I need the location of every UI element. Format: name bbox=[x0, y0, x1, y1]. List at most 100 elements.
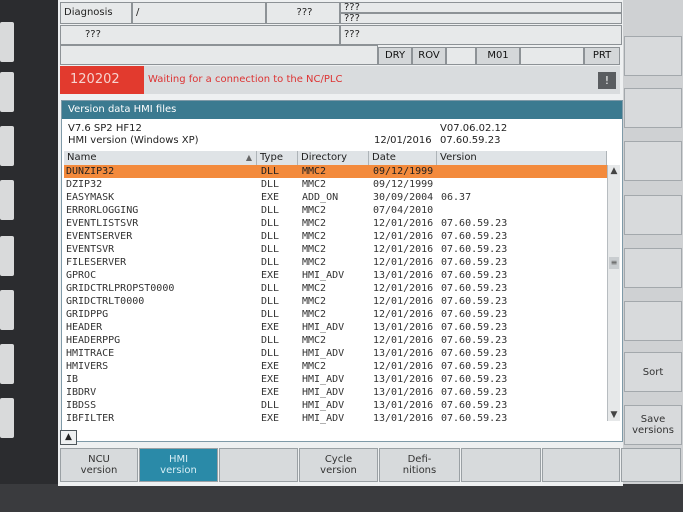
rov-tag: ROV bbox=[412, 47, 446, 65]
file-type: DLL bbox=[261, 205, 280, 216]
hardware-key[interactable] bbox=[0, 398, 14, 438]
column-header-name[interactable]: Name ▲ bbox=[64, 151, 257, 165]
table-row[interactable]: EVENTSVR DLL MMC2 12/01/2016 07.60.59.23 bbox=[64, 243, 609, 256]
column-header-version[interactable]: Version bbox=[437, 151, 607, 165]
file-name: EVENTSERVER bbox=[66, 231, 133, 242]
table-row[interactable]: EVENTLISTSVR DLL MMC2 12/01/2016 07.60.59.23 bbox=[64, 217, 609, 230]
table-row[interactable]: GRIDCTRLT0000 DLL MMC2 12/01/2016 07.60.59.2… bbox=[64, 295, 609, 308]
column-header-type[interactable]: Type bbox=[257, 151, 298, 165]
table-row[interactable]: HMITRACE DLL HMI_ADV 13/01/2016 07.60.59.23 bbox=[64, 347, 609, 360]
hardware-key[interactable] bbox=[0, 22, 14, 62]
channel-status: ??? bbox=[60, 25, 340, 45]
softkey-bottom-1[interactable]: NCU version bbox=[60, 448, 138, 482]
softkey-bottom-2[interactable]: HMI version bbox=[139, 448, 218, 482]
softkey-label: Save versions bbox=[632, 414, 674, 436]
file-version: 07.60.59.23 bbox=[441, 400, 508, 411]
file-type: DLL bbox=[261, 309, 280, 320]
file-version: 07.60.59.23 bbox=[441, 296, 508, 307]
file-date: 30/09/2004 bbox=[373, 192, 434, 203]
scroll-down-icon[interactable]: ▼ bbox=[609, 409, 619, 421]
file-date: 13/01/2016 bbox=[373, 413, 434, 424]
file-name: EASYMASK bbox=[66, 192, 115, 203]
hardware-key[interactable] bbox=[0, 344, 14, 384]
softkey-right-8[interactable]: Save versions bbox=[624, 405, 682, 445]
hardware-key[interactable] bbox=[0, 236, 14, 276]
softkey-bottom-8[interactable] bbox=[621, 448, 681, 482]
table-row[interactable]: DZIP32 DLL MMC2 09/12/1999 bbox=[64, 178, 609, 191]
file-directory: HMI_ADV bbox=[302, 322, 345, 333]
hardware-key[interactable] bbox=[0, 180, 14, 220]
table-row[interactable]: DUNZIP32 DLL MMC2 09/12/1999 bbox=[64, 165, 609, 178]
file-type: DLL bbox=[261, 400, 280, 411]
file-directory: ADD_ON bbox=[302, 192, 339, 203]
scroll-thumb[interactable]: ≡ bbox=[609, 257, 619, 269]
file-name: EVENTLISTSVR bbox=[66, 218, 139, 229]
page-up-icon[interactable]: ▲ bbox=[60, 430, 77, 445]
hmi-version-label: HMI version (Windows XP) bbox=[68, 135, 199, 146]
alarm-text: Waiting for a connection to the NC/PLC bbox=[148, 74, 343, 85]
file-directory: MMC2 bbox=[302, 361, 327, 372]
file-date: 13/01/2016 bbox=[373, 387, 434, 398]
table-row[interactable]: GPROC EXE HMI_ADV 13/01/2016 07.60.59.23 bbox=[64, 269, 609, 282]
file-date: 12/01/2016 bbox=[373, 309, 434, 320]
table-row[interactable]: GRIDCTRLPROPST0000 DLL MMC2 12/01/2016 07.60… bbox=[64, 282, 609, 295]
file-name: HEADER bbox=[66, 322, 103, 333]
table-row[interactable]: IBDSS DLL HMI_ADV 13/01/2016 07.60.59.23 bbox=[64, 399, 609, 412]
column-header-date[interactable]: Date bbox=[369, 151, 437, 165]
table-row[interactable]: EVENTSERVER DLL MMC2 12/01/2016 07.60.59.23 bbox=[64, 230, 609, 243]
column-name-label: Name bbox=[67, 152, 97, 163]
softkey-bottom-4[interactable]: Cycle version bbox=[299, 448, 378, 482]
softkey-right-6[interactable] bbox=[624, 301, 682, 341]
hmi-version-number: 07.60.59.23 bbox=[440, 135, 501, 146]
table-row[interactable]: HEADERPPG DLL MMC2 12/01/2016 07.60.59.23 bbox=[64, 334, 609, 347]
softkey-bottom-6[interactable] bbox=[461, 448, 541, 482]
panel-title: Version data HMI files bbox=[62, 101, 622, 119]
table-row[interactable]: IBFILTER EXE HMI_ADV 13/01/2016 07.60.59.23 bbox=[64, 412, 609, 425]
softkey-right-3[interactable] bbox=[624, 141, 682, 181]
sort-ascending-icon: ▲ bbox=[245, 153, 252, 162]
softkey-right-7[interactable]: Sort bbox=[624, 352, 682, 392]
softkey-bottom-5[interactable]: Defi- nitions bbox=[379, 448, 460, 482]
hardware-key[interactable] bbox=[0, 126, 14, 166]
softkey-label: Defi- nitions bbox=[402, 454, 437, 476]
alarm-bar: 120202 Waiting for a connection to the N… bbox=[60, 66, 620, 94]
table-row[interactable]: FILESERVER DLL MMC2 12/01/2016 07.60.59.23 bbox=[64, 256, 609, 269]
file-version: 07.60.59.23 bbox=[441, 231, 508, 242]
file-name: GRIDPPG bbox=[66, 309, 109, 320]
table-row[interactable]: IB EXE HMI_ADV 13/01/2016 07.60.59.23 bbox=[64, 373, 609, 386]
softkey-right-1[interactable] bbox=[624, 36, 682, 76]
table-row[interactable]: HEADER EXE HMI_ADV 13/01/2016 07.60.59.23 bbox=[64, 321, 609, 334]
file-type: EXE bbox=[261, 413, 280, 424]
softkey-right-5[interactable] bbox=[624, 248, 682, 288]
table-row[interactable]: IBDRV EXE HMI_ADV 13/01/2016 07.60.59.23 bbox=[64, 386, 609, 399]
vertical-scrollbar[interactable]: ▲ ≡ ▼ bbox=[607, 165, 620, 421]
file-type: EXE bbox=[261, 322, 280, 333]
alarm-ack-button[interactable]: ! bbox=[598, 72, 616, 89]
scroll-up-icon[interactable]: ▲ bbox=[609, 165, 619, 177]
file-type: DLL bbox=[261, 179, 280, 190]
softkey-bottom-3[interactable] bbox=[219, 448, 298, 482]
softkey-bottom-7[interactable] bbox=[542, 448, 620, 482]
hardware-key[interactable] bbox=[0, 72, 14, 112]
file-type: DLL bbox=[261, 231, 280, 242]
file-type: DLL bbox=[261, 348, 280, 359]
table-row[interactable]: HMIVERS EXE MMC2 12/01/2016 07.60.59.23 bbox=[64, 360, 609, 373]
file-type: DLL bbox=[261, 296, 280, 307]
file-date: 13/01/2016 bbox=[373, 270, 434, 281]
hardware-key[interactable] bbox=[0, 290, 14, 330]
table-row[interactable]: EASYMASK EXE ADD_ON 30/09/2004 06.37 bbox=[64, 191, 609, 204]
table-row[interactable]: GRIDPPG DLL MMC2 12/01/2016 07.60.59.23 bbox=[64, 308, 609, 321]
column-header-directory[interactable]: Directory bbox=[298, 151, 369, 165]
softkey-right-2[interactable] bbox=[624, 88, 682, 128]
softkey-right-4[interactable] bbox=[624, 195, 682, 235]
file-name: GPROC bbox=[66, 270, 97, 281]
table-row[interactable]: ERRORLOGGING DLL MMC2 07/04/2010 bbox=[64, 204, 609, 217]
file-directory: MMC2 bbox=[302, 335, 327, 346]
file-directory: MMC2 bbox=[302, 166, 327, 177]
file-directory: MMC2 bbox=[302, 205, 327, 216]
file-name: ERRORLOGGING bbox=[66, 205, 139, 216]
software-version-id: V07.06.02.12 bbox=[440, 123, 508, 134]
file-type: EXE bbox=[261, 387, 280, 398]
file-date: 13/01/2016 bbox=[373, 348, 434, 359]
file-directory: MMC2 bbox=[302, 231, 327, 242]
